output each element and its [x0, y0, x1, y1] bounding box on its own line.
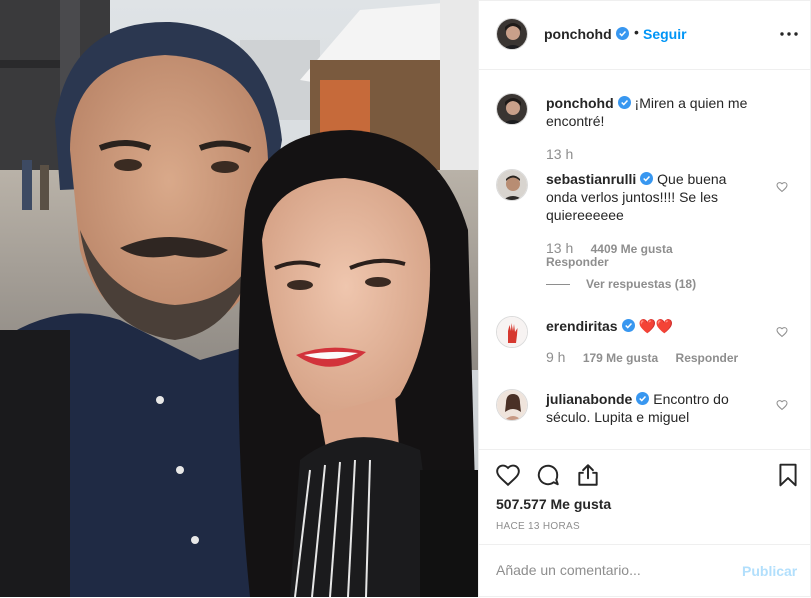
share-icon[interactable]: [575, 462, 601, 488]
verified-badge-icon: [621, 319, 635, 332]
commenter-username[interactable]: erendiritas: [546, 318, 618, 334]
post-actions: 507.577 Me gusta HACE 13 HORAS Publicar: [479, 449, 811, 597]
comments-list[interactable]: ponchohd ¡Miren a quien me encontré! 13 …: [479, 71, 811, 449]
author-username[interactable]: ponchohd: [544, 26, 629, 42]
verified-badge-icon: [636, 392, 650, 405]
comment-body: julianabonde Encontro do século. Lupita …: [546, 390, 756, 426]
commenter-avatar[interactable]: [496, 389, 528, 421]
like-heart-icon[interactable]: [495, 462, 521, 488]
caption-username[interactable]: ponchohd: [546, 95, 614, 111]
replies-divider: [546, 284, 570, 286]
reply-button[interactable]: Responder: [546, 255, 609, 269]
caption-body: ponchohd ¡Miren a quien me encontré!: [546, 94, 756, 130]
photo-selfie: [0, 0, 478, 597]
add-comment-bar: Publicar: [479, 544, 811, 598]
comment-time[interactable]: 9 h: [546, 349, 565, 365]
commenter-username[interactable]: julianabonde: [546, 391, 632, 407]
comment-likes[interactable]: 4409 Me gusta: [591, 242, 673, 256]
verified-badge-icon: [617, 96, 631, 109]
verified-badge-icon: [640, 172, 654, 185]
comment-meta: 9 h 179 Me gusta Responder: [546, 349, 738, 365]
caption-meta: 13 h: [546, 146, 573, 162]
caption-time[interactable]: 13 h: [546, 146, 573, 162]
add-comment-input[interactable]: [496, 559, 726, 581]
comment-like-heart-icon[interactable]: [776, 181, 788, 193]
comment-like-heart-icon[interactable]: [776, 399, 788, 411]
commenter-avatar[interactable]: [496, 316, 528, 348]
comment-likes[interactable]: 179 Me gusta: [583, 351, 658, 365]
author-avatar[interactable]: [496, 18, 528, 50]
view-replies-label: Ver respuestas (18): [586, 277, 697, 291]
comment-bubble-icon[interactable]: [535, 462, 561, 488]
bookmark-icon[interactable]: [775, 462, 801, 488]
comment-like-heart-icon[interactable]: [776, 326, 788, 338]
comment-text: ❤️❤️: [638, 318, 674, 334]
view-replies[interactable]: Ver respuestas (18): [546, 277, 696, 291]
verified-badge-icon: [615, 27, 629, 40]
commenter-avatar[interactable]: [496, 169, 528, 201]
post-panel: ponchohd • Seguir ponchohd ¡Miren a quie…: [478, 0, 811, 597]
likes-count[interactable]: 507.577 Me gusta: [496, 496, 611, 512]
publish-button[interactable]: Publicar: [742, 563, 797, 579]
commenter-username[interactable]: sebastianrulli: [546, 171, 636, 187]
post-timestamp[interactable]: HACE 13 HORAS: [496, 521, 580, 532]
header-separator: •: [634, 24, 639, 40]
caption-avatar[interactable]: [496, 93, 528, 125]
post-photo[interactable]: [0, 0, 478, 597]
post-header: ponchohd • Seguir: [479, 0, 811, 70]
comment-reply-row: Responder: [546, 255, 609, 269]
comment-meta: 13 h 4409 Me gusta: [546, 240, 673, 256]
comment-body: sebastianrulli Que buena onda verlos jun…: [546, 170, 756, 224]
more-options-icon[interactable]: [779, 26, 799, 42]
comment-body: erendiritas ❤️❤️: [546, 317, 756, 335]
follow-button[interactable]: Seguir: [643, 26, 687, 42]
reply-button[interactable]: Responder: [676, 351, 739, 365]
comment-time[interactable]: 13 h: [546, 240, 573, 256]
